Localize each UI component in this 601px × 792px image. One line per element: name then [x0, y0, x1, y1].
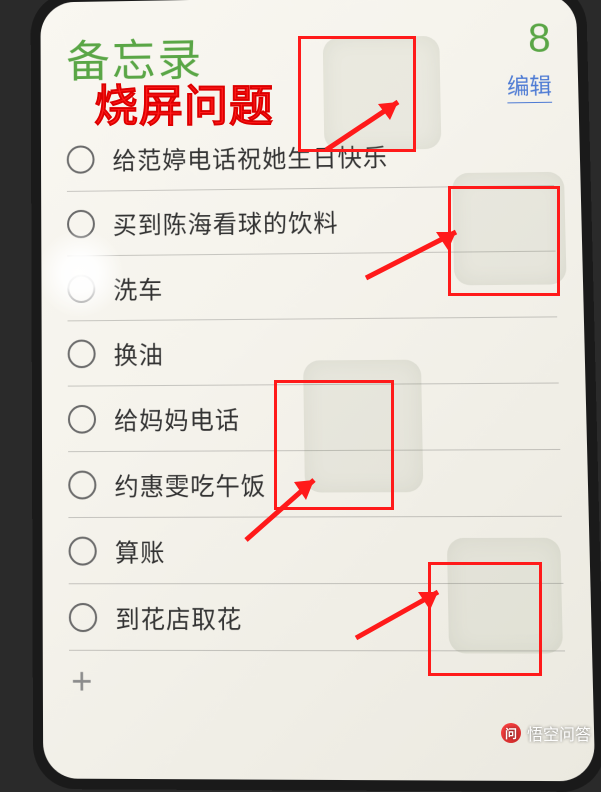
- note-count: 8: [506, 18, 552, 59]
- list-item-label: 换油: [114, 335, 164, 371]
- list-item-label: 算账: [115, 532, 166, 568]
- burnin-ghost: [447, 538, 563, 654]
- add-note-button[interactable]: +: [69, 651, 566, 713]
- plus-icon: +: [71, 659, 93, 703]
- checkbox-icon[interactable]: [68, 404, 96, 433]
- burnin-ghost: [303, 360, 423, 493]
- list-item-label: 到花店取花: [115, 599, 242, 636]
- checkbox-icon[interactable]: [68, 536, 96, 565]
- annotation-label: 烧屏问题: [94, 70, 274, 134]
- watermark: 问 悟空问答: [501, 721, 591, 745]
- burnin-ghost: [323, 36, 442, 151]
- list-item-label: 约惠雯吃午饭: [114, 466, 266, 503]
- edit-button[interactable]: 编辑: [507, 68, 552, 103]
- list-item-label: 洗车: [113, 270, 163, 306]
- checkbox-icon[interactable]: [68, 470, 96, 499]
- checkbox-icon[interactable]: [69, 602, 97, 631]
- checkbox-icon[interactable]: [67, 145, 95, 173]
- checkbox-icon[interactable]: [67, 209, 95, 238]
- list-item-label: 买到陈海看球的饮料: [113, 203, 339, 241]
- watermark-text: 悟空问答: [527, 721, 591, 745]
- list-item-label: 给妈妈电话: [114, 400, 240, 437]
- burnin-ghost: [452, 172, 567, 286]
- checkbox-icon[interactable]: [68, 339, 96, 368]
- watermark-icon: 问: [501, 723, 521, 743]
- checkbox-icon[interactable]: [67, 274, 95, 303]
